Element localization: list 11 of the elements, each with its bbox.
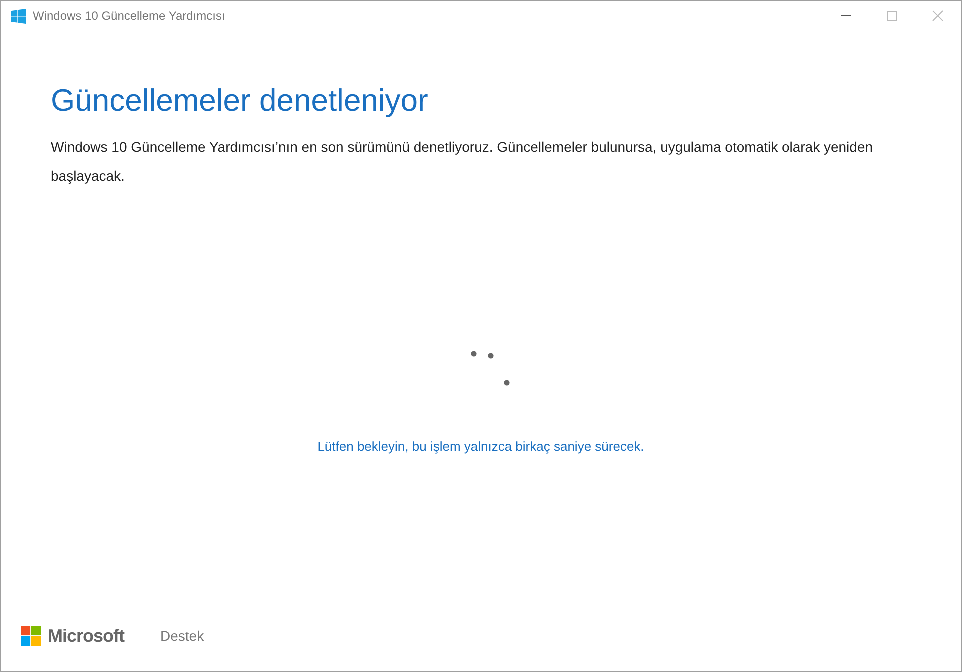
description-text: Windows 10 Güncelleme Yardımcısı’nın en son sürümünü denetliyoruz. Güncellemeler bulunursa, uygulama otomatik olarak yeniden başlayacak. [51, 138, 874, 186]
microsoft-logo-icon [21, 626, 42, 646]
window-title: Windows 10 Güncelleme Yardımcısı [33, 9, 226, 23]
page-heading: Güncellemeler denetleniyor [51, 82, 430, 120]
maximize-icon [886, 10, 898, 22]
support-link[interactable]: Destek [160, 628, 204, 644]
wait-message: Lütfen bekleyin, bu işlem yalnızca birkaç saniye sürecek. [318, 439, 644, 454]
brand-name: Microsoft [48, 626, 124, 646]
windows-logo-icon [11, 8, 26, 24]
close-icon [932, 10, 944, 22]
loading-spinner-icon [471, 351, 511, 387]
